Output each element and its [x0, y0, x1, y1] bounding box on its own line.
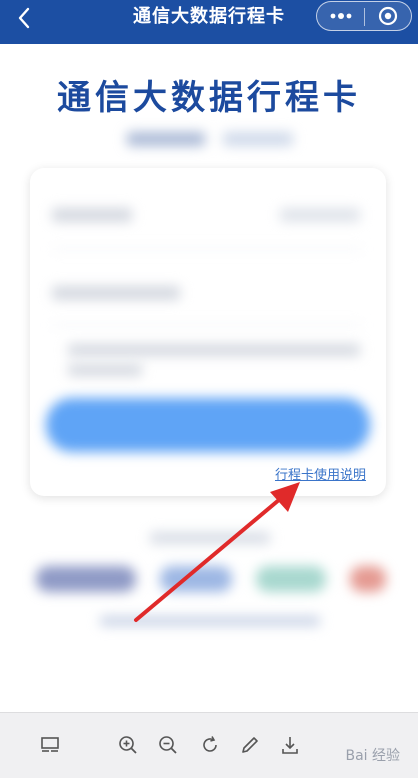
zoom-out-button[interactable] — [156, 733, 180, 757]
blurred-phone-row-value[interactable] — [280, 208, 360, 222]
blurred-agreement-line-2 — [68, 364, 142, 376]
blurred-query-button[interactable] — [46, 398, 370, 452]
target-close-icon — [378, 6, 398, 26]
query-card: 行程卡使用说明 — [30, 168, 386, 496]
download-button[interactable] — [278, 733, 302, 757]
blurred-phone-number — [127, 132, 293, 150]
baidu-jingyan-watermark: Bai 经验 — [345, 748, 400, 764]
more-dots-icon — [330, 13, 351, 19]
close-button[interactable] — [365, 2, 411, 30]
blurred-logo-3 — [256, 566, 326, 592]
blurred-agreement-line-1[interactable] — [68, 344, 360, 356]
download-icon — [282, 737, 298, 754]
zoom-in-button[interactable] — [116, 733, 140, 757]
zoom-out-icon — [159, 736, 177, 754]
travel-card-help-link[interactable]: 行程卡使用说明 — [275, 464, 366, 483]
edit-button[interactable] — [238, 733, 262, 757]
layout-icon — [41, 737, 59, 752]
miniprogram-capsule — [316, 1, 412, 31]
blurred-phone-row-label — [52, 208, 132, 222]
blurred-code-row[interactable] — [52, 286, 180, 300]
nav-bar: 通信大数据行程卡 — [0, 0, 418, 44]
viewer-toolbar: Bai 经验 — [0, 712, 418, 778]
rotate-button[interactable] — [198, 733, 222, 757]
blurred-logo-1 — [36, 566, 136, 592]
rotate-icon — [203, 736, 217, 752]
blurred-divider-2 — [52, 324, 362, 326]
main-content: 通信大数据行程卡 行程卡使用说明 — [0, 44, 418, 712]
more-button[interactable] — [317, 2, 364, 30]
blurred-logo-2 — [160, 566, 232, 592]
edit-pencil-icon — [242, 737, 258, 753]
layout-button[interactable] — [38, 733, 62, 757]
blurred-divider — [52, 248, 362, 250]
page-banner-title: 通信大数据行程卡 — [57, 78, 361, 118]
zoom-in-icon — [119, 736, 137, 754]
blurred-logo-4 — [350, 566, 386, 592]
blurred-footer-text — [100, 616, 320, 626]
blurred-section-label — [150, 532, 270, 544]
